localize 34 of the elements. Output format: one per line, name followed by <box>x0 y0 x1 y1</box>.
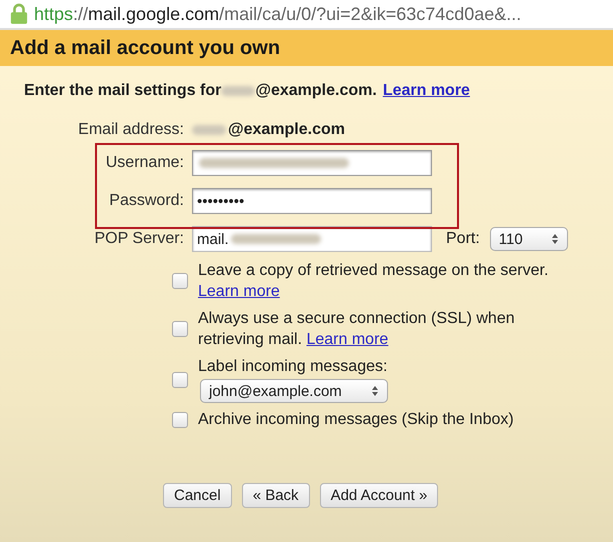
intro-text: Enter the mail settings for <box>24 82 222 100</box>
option-text: Leave a copy of retrieved message on the server. Learn more <box>198 262 548 300</box>
stepper-icon <box>550 233 559 245</box>
field-label: Email address: <box>77 121 185 139</box>
checkbox[interactable] <box>172 273 188 289</box>
learn-more-link[interactable]: Learn more <box>382 82 470 100</box>
port-label: Port: <box>446 230 480 248</box>
field-label: Username: <box>104 154 185 172</box>
url-text[interactable]: https://mail.google.com/mail/ca/u/0/?ui=2&ik=63c74cd0ae&... <box>34 4 522 24</box>
dialog-title: Add a mail account you own <box>10 36 280 60</box>
input-field[interactable]: mail. <box>192 226 432 252</box>
option-text: Archive incoming messages (Skip the Inbox) <box>198 411 514 428</box>
learn-more-link[interactable]: Learn more <box>306 331 388 348</box>
redaction-blur <box>221 86 256 96</box>
checkbox[interactable] <box>172 372 188 388</box>
intro-email: @example.com. <box>255 82 377 100</box>
input-field[interactable]: ••••••••• <box>192 188 432 214</box>
option-text: Always use a secure connection (SSL) when retrieving mail. Learn more <box>198 310 515 348</box>
port-select[interactable]: 110 <box>490 227 568 251</box>
label-select[interactable]: john@example.com <box>200 379 388 403</box>
stepper-icon <box>371 385 379 397</box>
dialog-button[interactable]: Cancel <box>163 483 232 508</box>
checkbox[interactable] <box>172 412 188 428</box>
dialog-button[interactable]: Add Account » <box>320 483 438 508</box>
email-value: @example.com <box>228 121 345 139</box>
field-label: POP Server: <box>93 230 185 248</box>
input-field[interactable] <box>192 150 432 176</box>
dialog-button[interactable]: « Back <box>242 483 310 508</box>
option-text: Label incoming messages: <box>198 358 388 375</box>
learn-more-link[interactable]: Learn more <box>198 283 280 300</box>
redaction-blur <box>192 125 226 135</box>
checkbox[interactable] <box>172 321 188 337</box>
field-label: Password: <box>108 192 185 210</box>
lock-icon <box>10 3 28 25</box>
